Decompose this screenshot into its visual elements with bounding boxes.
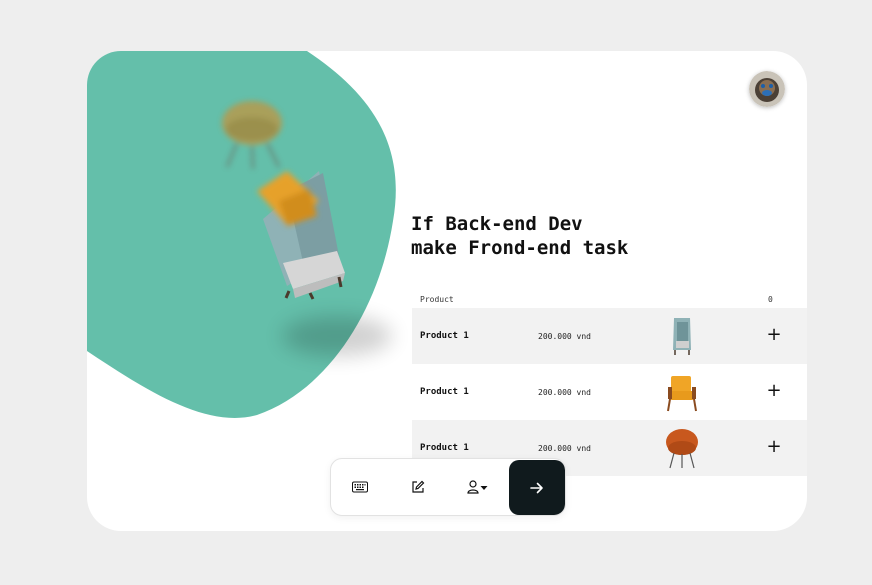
product-table-header: Product 0 [412,295,807,309]
page-title: If Back-end Dev make Frond-end task [411,212,628,260]
next-button[interactable] [509,460,565,515]
egg-chair-icon [666,429,698,469]
add-to-cart-button[interactable]: + [764,324,784,346]
keyboard-button[interactable] [331,459,389,515]
add-to-cart-button[interactable]: + [764,436,784,458]
arrow-right-icon [530,482,543,493]
user-menu-button[interactable] [449,459,507,515]
hero-blob [87,51,396,418]
title-line-2: make Frond-end task [411,237,629,259]
add-to-cart-button[interactable]: + [764,380,784,402]
avatar[interactable] [749,71,785,107]
product-price: 200.000 vnd [538,388,591,397]
header-product-label: Product [420,295,454,304]
edit-icon [412,480,425,493]
bottom-toolbar [330,458,566,516]
cart-count: 0 [768,295,773,304]
edit-button[interactable] [389,459,447,515]
avatar-icon [749,71,785,107]
product-name: Product 1 [420,443,469,453]
product-name: Product 1 [420,387,469,397]
product-price: 200.000 vnd [538,332,591,341]
user-dropdown-icon [467,480,488,494]
armchair-icon [667,376,697,412]
product-price: 200.000 vnd [538,444,591,453]
title-line-1: If Back-end Dev [411,213,583,235]
product-name: Product 1 [420,331,469,341]
booth-chair-icon [673,318,691,355]
table-row: Product 1 200.000 vnd + [412,364,807,420]
table-row: Product 1 200.000 vnd + [412,308,807,364]
keyboard-icon [352,481,368,493]
